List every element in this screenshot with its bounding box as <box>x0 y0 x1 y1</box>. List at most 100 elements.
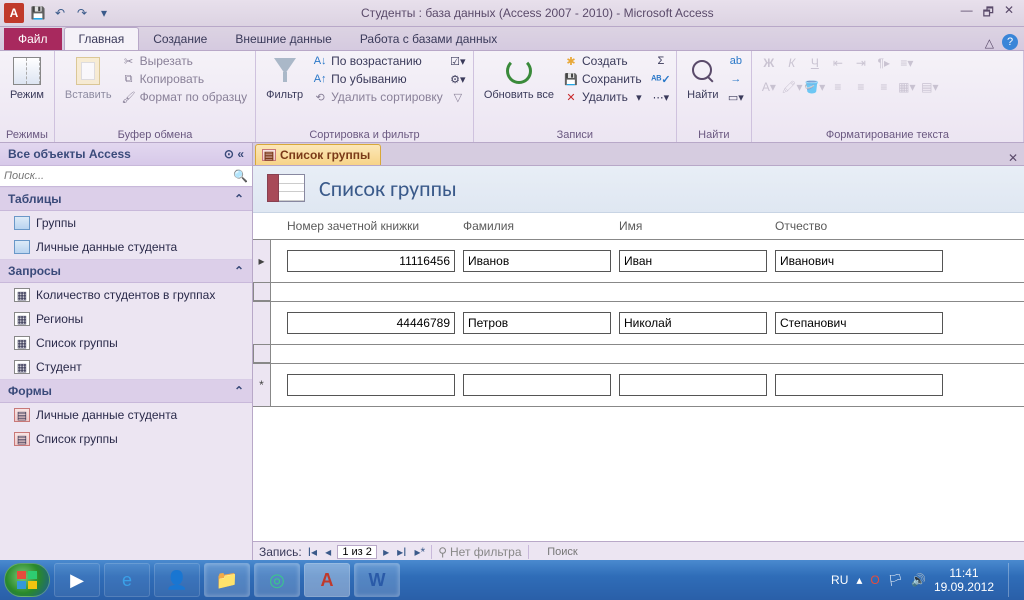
minimize-ribbon-icon[interactable]: △ <box>985 36 994 50</box>
nav-search-input[interactable] <box>4 169 233 183</box>
taskbar-word[interactable]: W <box>354 563 400 597</box>
delete-record-button[interactable]: ✕Удалить▾ <box>562 89 648 105</box>
totals-button[interactable]: Σ <box>652 53 670 69</box>
new-record-button[interactable]: ✱Создать <box>562 53 648 69</box>
redo-icon[interactable]: ↷ <box>72 3 92 23</box>
nav-item-form[interactable]: ▤Список группы <box>0 427 252 451</box>
recnav-search[interactable] <box>533 546 593 558</box>
tray-flag-icon[interactable]: 🏳 <box>888 573 903 587</box>
file-tab[interactable]: Файл <box>4 28 62 50</box>
view-mode-button[interactable]: Режим <box>6 53 48 103</box>
undo-icon[interactable]: ↶ <box>50 3 70 23</box>
show-desktop-button[interactable] <box>1008 563 1020 597</box>
recnav-new[interactable]: ▸* <box>413 545 428 559</box>
cell-patr[interactable]: Степанович <box>775 312 943 334</box>
tray-opera-icon[interactable]: O <box>870 573 879 587</box>
nav-collapse-icon[interactable]: « <box>237 147 244 161</box>
filter-button[interactable]: Фильтр <box>262 53 307 103</box>
recnav-first[interactable]: I◂ <box>306 545 319 559</box>
italic-button[interactable]: К <box>781 53 803 73</box>
taskbar-user[interactable]: 👤 <box>154 563 200 597</box>
paste-button[interactable]: Вставить <box>61 53 116 103</box>
recnav-prev[interactable]: ◂ <box>323 545 333 559</box>
nav-search[interactable]: 🔍 <box>0 166 252 187</box>
nav-item-query[interactable]: ▦Студент <box>0 355 252 379</box>
nav-group-forms[interactable]: Формы⌃ <box>0 379 252 403</box>
taskbar-ie[interactable]: e <box>104 563 150 597</box>
cell-num[interactable]: 11116456 <box>287 250 455 272</box>
nav-header[interactable]: Все объекты Access ⊙ « <box>0 143 252 166</box>
indent-inc-button[interactable]: ⇥ <box>850 53 872 73</box>
spelling-button[interactable]: ᴬᴮ✓ <box>652 71 670 87</box>
taskbar-mediaplayer[interactable]: ▶ <box>54 563 100 597</box>
recnav-last[interactable]: ▸I <box>395 545 408 559</box>
ltr-button[interactable]: ¶▸ <box>873 53 895 73</box>
cell-fam[interactable]: Иванов <box>463 250 611 272</box>
minimize-button[interactable]: — <box>961 3 973 24</box>
cell-name[interactable] <box>619 374 767 396</box>
nav-item-table[interactable]: Личные данные студента <box>0 235 252 259</box>
close-button[interactable]: ✕ <box>1004 3 1014 24</box>
search-icon[interactable]: 🔍 <box>233 169 248 183</box>
start-button[interactable] <box>4 563 50 597</box>
selection-filter-button[interactable]: ☑▾ <box>449 53 467 69</box>
list-button[interactable]: ≡▾ <box>896 53 918 73</box>
save-icon[interactable]: 💾 <box>28 3 48 23</box>
recnav-next[interactable]: ▸ <box>381 545 391 559</box>
recnav-filter[interactable]: ⚲Нет фильтра <box>431 545 528 559</box>
goto-button[interactable]: → <box>727 71 745 87</box>
new-record-selector[interactable]: * <box>253 364 271 406</box>
copy-button[interactable]: ⧉Копировать <box>120 71 250 87</box>
cell-num[interactable] <box>287 374 455 396</box>
clock[interactable]: 11:41 19.09.2012 <box>934 566 994 595</box>
cell-patr[interactable]: Иванович <box>775 250 943 272</box>
bold-button[interactable]: Ж <box>758 53 780 73</box>
align-right-button[interactable]: ≡ <box>873 77 895 97</box>
highlight-button[interactable]: 🖍▾ <box>781 77 803 97</box>
cell-num[interactable]: 44446789 <box>287 312 455 334</box>
tab-create[interactable]: Создание <box>139 28 221 50</box>
indent-dec-button[interactable]: ⇤ <box>827 53 849 73</box>
replace-button[interactable]: ab <box>727 53 745 69</box>
nav-item-table[interactable]: Группы <box>0 211 252 235</box>
cell-name[interactable]: Николай <box>619 312 767 334</box>
doc-tab-active[interactable]: ▤ Список группы <box>255 144 381 165</box>
align-left-button[interactable]: ≡ <box>827 77 849 97</box>
record-selector[interactable] <box>253 302 271 344</box>
taskbar-app[interactable]: ◎ <box>254 563 300 597</box>
align-center-button[interactable]: ≡ <box>850 77 872 97</box>
cell-fam[interactable]: Петров <box>463 312 611 334</box>
cell-fam[interactable] <box>463 374 611 396</box>
format-painter-button[interactable]: 🖌Формат по образцу <box>120 89 250 105</box>
altcolor-button[interactable]: ▤▾ <box>919 77 941 97</box>
lang-indicator[interactable]: RU <box>831 573 848 587</box>
refresh-all-button[interactable]: Обновить все <box>480 53 558 103</box>
select-button[interactable]: ▭▾ <box>727 89 745 105</box>
underline-button[interactable]: Ч <box>804 53 826 73</box>
remove-sort-button[interactable]: ⟲Удалить сортировку <box>311 89 445 105</box>
cut-button[interactable]: ✂Вырезать <box>120 53 250 69</box>
taskbar-access[interactable]: A <box>304 563 350 597</box>
record-selector[interactable]: ▸ <box>253 240 271 282</box>
restore-button[interactable]: 🗗 <box>983 3 994 24</box>
nav-dropdown-icon[interactable]: ⊙ <box>224 147 234 161</box>
cell-patr[interactable] <box>775 374 943 396</box>
nav-group-queries[interactable]: Запросы⌃ <box>0 259 252 283</box>
nav-item-query[interactable]: ▦Список группы <box>0 331 252 355</box>
qat-customize-icon[interactable]: ▾ <box>94 3 114 23</box>
sort-desc-button[interactable]: A↑По убыванию <box>311 71 445 87</box>
nav-group-tables[interactable]: Таблицы⌃ <box>0 187 252 211</box>
doc-close-button[interactable]: ✕ <box>1008 151 1018 165</box>
help-button[interactable]: ? <box>1002 34 1018 50</box>
recnav-position[interactable] <box>337 545 377 559</box>
nav-item-query[interactable]: ▦Количество студентов в группах <box>0 283 252 307</box>
tray-volume-icon[interactable]: 🔊 <box>911 573 926 587</box>
sort-asc-button[interactable]: A↓По возрастанию <box>311 53 445 69</box>
nav-item-query[interactable]: ▦Регионы <box>0 307 252 331</box>
find-button[interactable]: Найти <box>683 53 723 103</box>
taskbar-explorer[interactable]: 📁 <box>204 563 250 597</box>
tab-database[interactable]: Работа с базами данных <box>346 28 511 50</box>
tab-external[interactable]: Внешние данные <box>221 28 346 50</box>
fill-button[interactable]: 🪣▾ <box>804 77 826 97</box>
cell-name[interactable]: Иван <box>619 250 767 272</box>
